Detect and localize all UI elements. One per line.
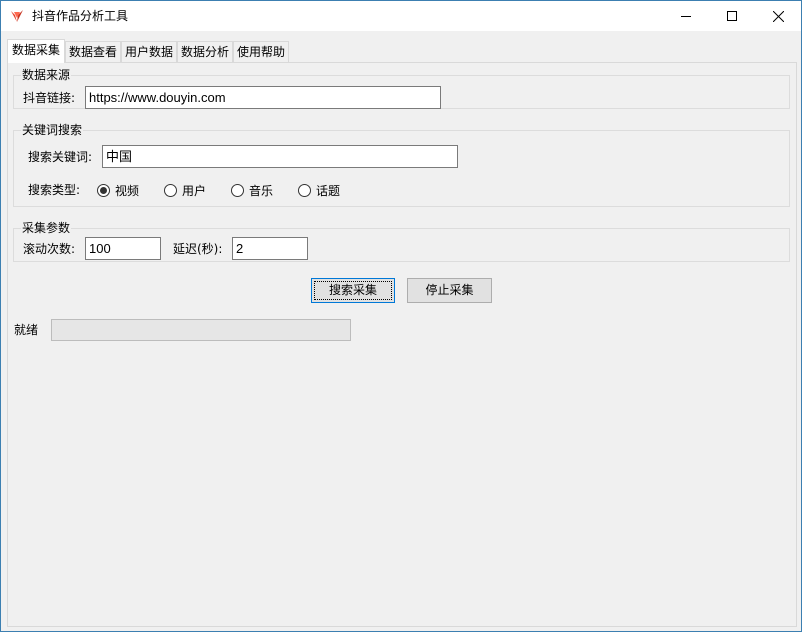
close-button[interactable] (755, 1, 801, 31)
status-label: 就绪 (14, 323, 39, 337)
radio-video-label: 视频 (115, 183, 140, 198)
tab-panel-data-collection: 数据来源 抖音链接: https://www.douyin.com 关键词搜索 … (7, 62, 797, 627)
radio-user-indicator (164, 183, 177, 197)
tab-data-analysis[interactable]: 数据分析 (177, 41, 233, 63)
collection-params-title: 采集参数 (21, 221, 72, 235)
keyword-search-title: 关键词搜索 (21, 123, 84, 137)
tab-data-view[interactable]: 数据查看 (65, 41, 121, 63)
search-collect-button[interactable]: 搜索采集 (311, 278, 395, 303)
minimize-icon (681, 16, 691, 17)
minimize-button[interactable] (663, 1, 709, 31)
radio-video[interactable]: 视频 (97, 182, 139, 198)
radio-video-indicator (97, 183, 110, 197)
douyin-app-icon (11, 10, 23, 22)
keyword-input[interactable]: 中国 (102, 145, 458, 168)
scroll-count-label: 滚动次数: (23, 242, 76, 256)
delay-input[interactable]: 2 (232, 237, 308, 260)
tab-data-collection[interactable]: 数据采集 (7, 39, 65, 63)
delay-label: 延迟(秒): (173, 242, 223, 256)
keyword-label: 搜索关键词: (28, 150, 93, 164)
search-type-label: 搜索类型: (28, 183, 81, 197)
radio-user[interactable]: 用户 (164, 182, 206, 198)
radio-music-label: 音乐 (249, 183, 274, 198)
title-bar[interactable]: 抖音作品分析工具 (1, 1, 801, 31)
window-title: 抖音作品分析工具 (32, 9, 129, 23)
radio-topic-label: 话题 (316, 183, 341, 198)
maximize-icon (727, 11, 737, 21)
radio-topic[interactable]: 话题 (298, 182, 340, 198)
app-window: 抖音作品分析工具 数据采集 数据查看 用户数据 数据分析 使用帮助 数据来源 抖… (0, 0, 802, 632)
radio-topic-indicator (298, 183, 311, 197)
tab-help[interactable]: 使用帮助 (233, 41, 289, 63)
progress-bar (51, 319, 351, 341)
tab-strip: 数据采集 数据查看 用户数据 数据分析 使用帮助 (7, 39, 797, 63)
maximize-button[interactable] (709, 1, 755, 31)
tab-user-data[interactable]: 用户数据 (121, 41, 177, 63)
data-source-title: 数据来源 (21, 68, 72, 82)
close-icon (772, 10, 784, 22)
radio-music-indicator (231, 183, 244, 197)
douyin-link-label: 抖音链接: (23, 91, 76, 105)
search-type-radio-group: 视频 用户 音乐 话题 (97, 182, 397, 198)
radio-user-label: 用户 (182, 183, 207, 198)
scroll-count-input[interactable]: 100 (85, 237, 161, 260)
radio-music[interactable]: 音乐 (231, 182, 273, 198)
stop-collect-button[interactable]: 停止采集 (407, 278, 492, 303)
douyin-link-input[interactable]: https://www.douyin.com (85, 86, 441, 109)
